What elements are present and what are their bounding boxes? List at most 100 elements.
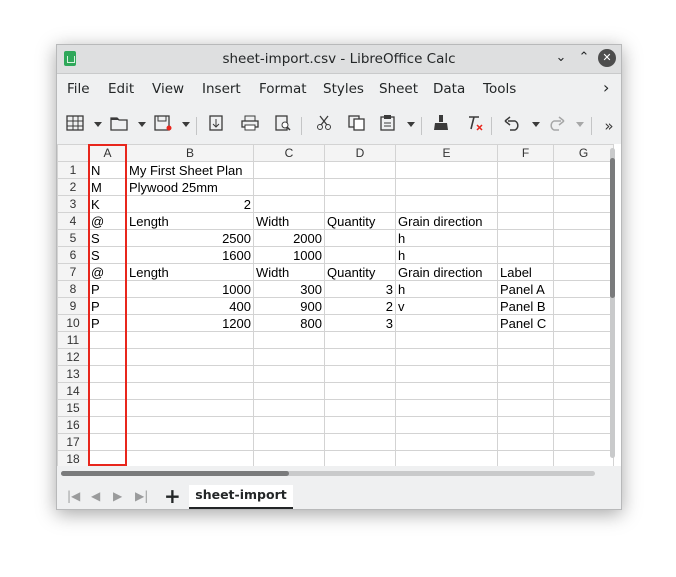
export-pdf-icon[interactable]: [206, 115, 226, 137]
cell[interactable]: Label: [497, 263, 554, 281]
cell[interactable]: My First Sheet Plan: [126, 161, 254, 179]
previous-sheet-icon[interactable]: ◀: [91, 489, 100, 503]
cell[interactable]: P: [88, 314, 127, 332]
cell[interactable]: [126, 365, 254, 383]
horizontal-scrollbar-thumb[interactable]: [61, 471, 289, 476]
cell[interactable]: [126, 331, 254, 349]
cell[interactable]: [553, 331, 614, 349]
row-header[interactable]: 14: [57, 382, 89, 400]
column-header-b[interactable]: B: [126, 144, 254, 162]
cell[interactable]: 3: [324, 314, 396, 332]
cell[interactable]: [324, 161, 396, 179]
cell[interactable]: h: [395, 280, 498, 298]
row-header[interactable]: 3: [57, 195, 89, 213]
cell[interactable]: [126, 433, 254, 451]
cell[interactable]: [497, 178, 554, 196]
cell[interactable]: [553, 280, 614, 298]
cell[interactable]: [395, 382, 498, 400]
cell[interactable]: [553, 433, 614, 451]
cell[interactable]: [88, 433, 127, 451]
cell[interactable]: [253, 195, 325, 213]
cell-table[interactable]: A B C D E F G 1 N My First Sheet Plan 2 M Ply…: [57, 144, 614, 468]
row-header[interactable]: 4: [57, 212, 89, 230]
cell[interactable]: [395, 433, 498, 451]
cell[interactable]: [497, 382, 554, 400]
cell[interactable]: 2000: [253, 229, 325, 247]
cell[interactable]: [553, 212, 614, 230]
cell[interactable]: K: [88, 195, 127, 213]
cell[interactable]: 1000: [126, 280, 254, 298]
cell[interactable]: [324, 416, 396, 434]
cell[interactable]: 2: [324, 297, 396, 315]
cell[interactable]: Grain direction: [395, 212, 498, 230]
cell[interactable]: [497, 229, 554, 247]
column-header-c[interactable]: C: [253, 144, 325, 162]
cell[interactable]: S: [88, 246, 127, 264]
row-header[interactable]: 1: [57, 161, 89, 179]
cell[interactable]: [253, 416, 325, 434]
cell[interactable]: [324, 331, 396, 349]
column-header-g[interactable]: G: [553, 144, 614, 162]
cell[interactable]: [88, 382, 127, 400]
cell[interactable]: 900: [253, 297, 325, 315]
clear-formatting-icon[interactable]: [465, 115, 485, 137]
spreadsheet-grid[interactable]: A B C D E F G 1 N My First Sheet Plan 2 M Ply…: [57, 144, 621, 468]
next-sheet-icon[interactable]: ▶: [113, 489, 122, 503]
menu-data[interactable]: Data: [433, 81, 465, 97]
cell[interactable]: [497, 450, 554, 468]
print-icon[interactable]: [240, 115, 260, 137]
redo-dropdown-icon[interactable]: [576, 122, 584, 127]
more-icon[interactable]: »: [602, 115, 616, 137]
cell[interactable]: [253, 348, 325, 366]
cell[interactable]: [553, 382, 614, 400]
cell[interactable]: [395, 195, 498, 213]
cell[interactable]: 800: [253, 314, 325, 332]
cell[interactable]: [395, 416, 498, 434]
cell[interactable]: [497, 416, 554, 434]
cell[interactable]: [497, 365, 554, 383]
cell[interactable]: [497, 161, 554, 179]
cell[interactable]: Plywood 25mm: [126, 178, 254, 196]
cell[interactable]: [126, 450, 254, 468]
column-header-d[interactable]: D: [324, 144, 396, 162]
cell[interactable]: [395, 348, 498, 366]
cell[interactable]: [324, 382, 396, 400]
open-icon[interactable]: [109, 115, 129, 137]
menu-format[interactable]: Format: [259, 81, 307, 97]
cell[interactable]: [553, 297, 614, 315]
row-header[interactable]: 6: [57, 246, 89, 264]
cell[interactable]: [324, 195, 396, 213]
cell[interactable]: [553, 399, 614, 417]
cell[interactable]: [553, 314, 614, 332]
cell[interactable]: [88, 416, 127, 434]
cell[interactable]: Length: [126, 212, 254, 230]
cell[interactable]: [553, 246, 614, 264]
cell[interactable]: 1000: [253, 246, 325, 264]
cell[interactable]: [126, 382, 254, 400]
cell[interactable]: [553, 161, 614, 179]
cell[interactable]: [253, 178, 325, 196]
maximize-icon[interactable]: ⌃: [575, 49, 593, 67]
cell[interactable]: 300: [253, 280, 325, 298]
column-header-e[interactable]: E: [395, 144, 498, 162]
cell[interactable]: [553, 195, 614, 213]
cell[interactable]: 1200: [126, 314, 254, 332]
row-header[interactable]: 17: [57, 433, 89, 451]
cell[interactable]: N: [88, 161, 127, 179]
cell[interactable]: [88, 399, 127, 417]
cell[interactable]: [497, 348, 554, 366]
row-header[interactable]: 13: [57, 365, 89, 383]
cell[interactable]: [497, 246, 554, 264]
save-icon[interactable]: [153, 115, 173, 137]
cell[interactable]: [324, 365, 396, 383]
cell[interactable]: 400: [126, 297, 254, 315]
cell[interactable]: [497, 399, 554, 417]
cell[interactable]: [497, 433, 554, 451]
cell[interactable]: [553, 365, 614, 383]
first-sheet-icon[interactable]: |◀: [67, 489, 80, 503]
row-header[interactable]: 15: [57, 399, 89, 417]
cell[interactable]: 2: [126, 195, 254, 213]
cell[interactable]: [126, 416, 254, 434]
cell[interactable]: [553, 178, 614, 196]
cell[interactable]: [126, 348, 254, 366]
